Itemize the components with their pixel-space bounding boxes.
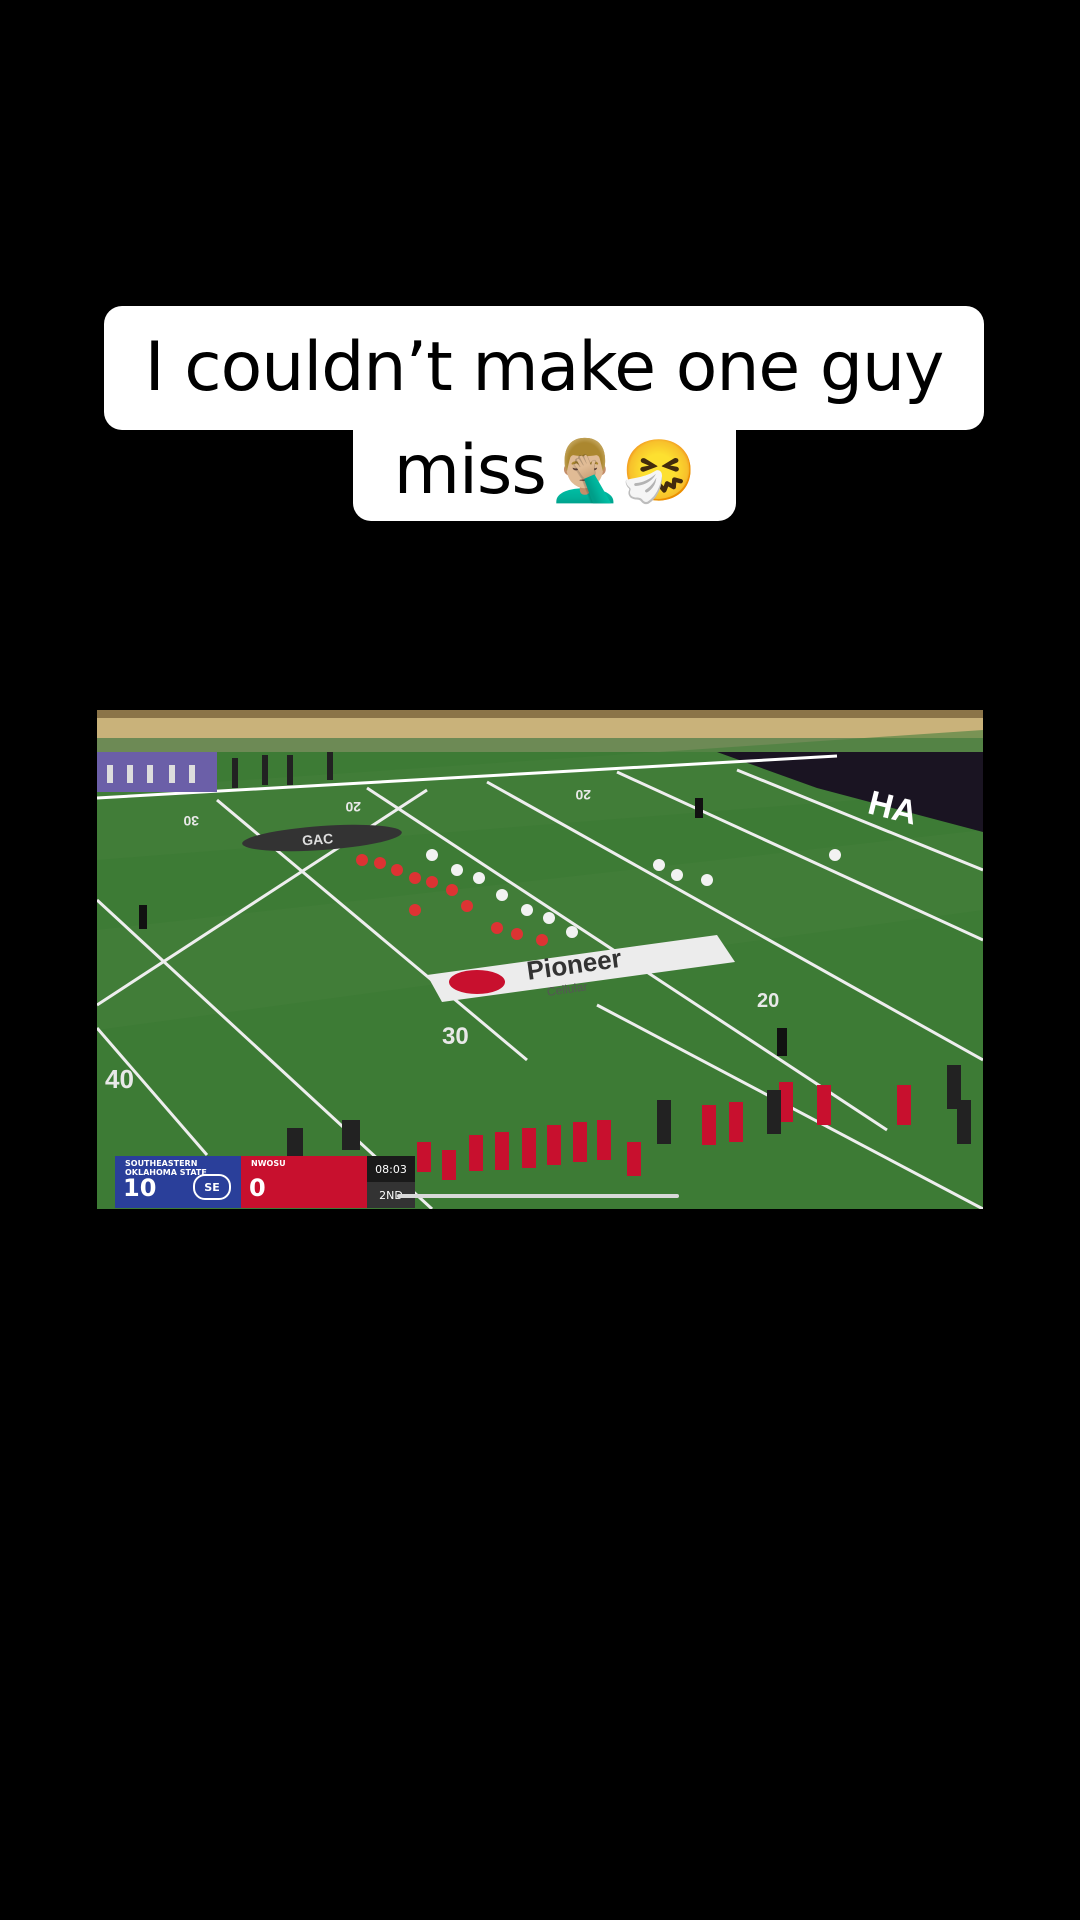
video-progress-bar[interactable] (397, 1194, 679, 1198)
caption-text-2: miss (393, 431, 547, 510)
home-team-logo: SE (193, 1174, 231, 1200)
home-team-score: 10 (123, 1174, 157, 1202)
game-clock-panel: 08:03 2ND (367, 1156, 415, 1208)
home-team-panel: SOUTHEASTERN OKLAHOMA STATE 10 SE (115, 1156, 241, 1208)
away-team-name: NWOSU (251, 1159, 286, 1168)
caption-line-1: I couldn’t make one guy (104, 306, 984, 430)
yard-number-1: 30 (183, 813, 199, 829)
away-team-panel: NWOSU 0 (241, 1156, 367, 1208)
yard-number-2: 20 (345, 799, 361, 815)
yard-number-3: 20 (575, 787, 591, 803)
yard-number-4: 20 (757, 990, 779, 1012)
caption-emoji: 🤦🏼‍♂️🤧 (547, 436, 696, 506)
conference-logo: GAC (302, 830, 334, 848)
yard-number-5: 30 (442, 1023, 469, 1050)
yard-number-6: 40 (105, 1064, 134, 1094)
caption-line-2: miss 🤦🏼‍♂️🤧 (353, 421, 736, 521)
away-team-score: 0 (249, 1174, 266, 1202)
caption-text-1: I couldn’t make one guy (144, 328, 945, 407)
football-field-scene: HA 30 20 20 20 30 40 GAC Pioneer Cellula… (97, 710, 983, 1209)
video-player[interactable]: HA 30 20 20 20 30 40 GAC Pioneer Cellula… (97, 710, 983, 1209)
scoreboard: SOUTHEASTERN OKLAHOMA STATE 10 SE NWOSU … (115, 1156, 415, 1208)
game-clock: 08:03 (375, 1162, 407, 1176)
